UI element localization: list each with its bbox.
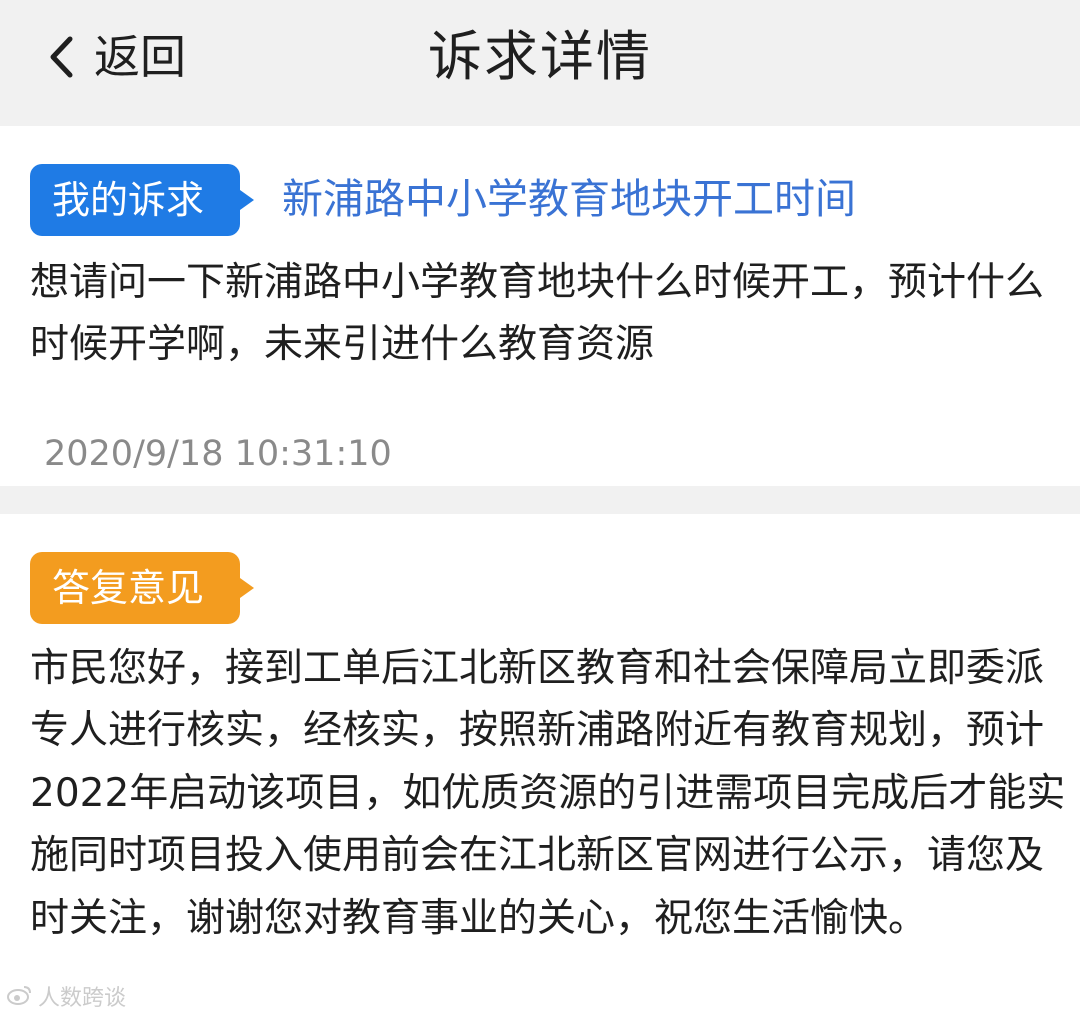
weibo-logo-icon bbox=[6, 984, 38, 1014]
appeal-timestamp: 2020/9/18 10:31:10 bbox=[44, 434, 392, 474]
appeal-subject: 新浦路中小学教育地块开工时间 bbox=[282, 175, 856, 223]
page-title: 诉求详情 bbox=[428, 25, 652, 88]
section-divider bbox=[0, 486, 1080, 514]
reply-card: 答复意见 市民您好，接到工单后江北新区教育和社会保障局立即委派专人进行核实，经核… bbox=[0, 514, 1080, 1020]
watermark: 人数跨谈 bbox=[6, 984, 126, 1014]
appeal-body: 想请问一下新浦路中小学教育地块什么时候开工，预计什么时候开学啊，未来引进什么教育… bbox=[30, 260, 1045, 367]
top-bar: 返回 诉求详情 bbox=[0, 0, 1080, 126]
appeal-card: 我的诉求 新浦路中小学教育地块开工时间 想请问一下新浦路中小学教育地块什么时候开… bbox=[0, 126, 1080, 486]
reply-tag: 答复意见 bbox=[30, 552, 254, 624]
reply-body: 市民您好，接到工单后江北新区教育和社会保障局立即委派专人进行核实，经核实，按照新… bbox=[30, 646, 1066, 941]
watermark-text: 人数跨谈 bbox=[38, 986, 127, 1011]
appeal-tag: 我的诉求 bbox=[30, 164, 254, 236]
